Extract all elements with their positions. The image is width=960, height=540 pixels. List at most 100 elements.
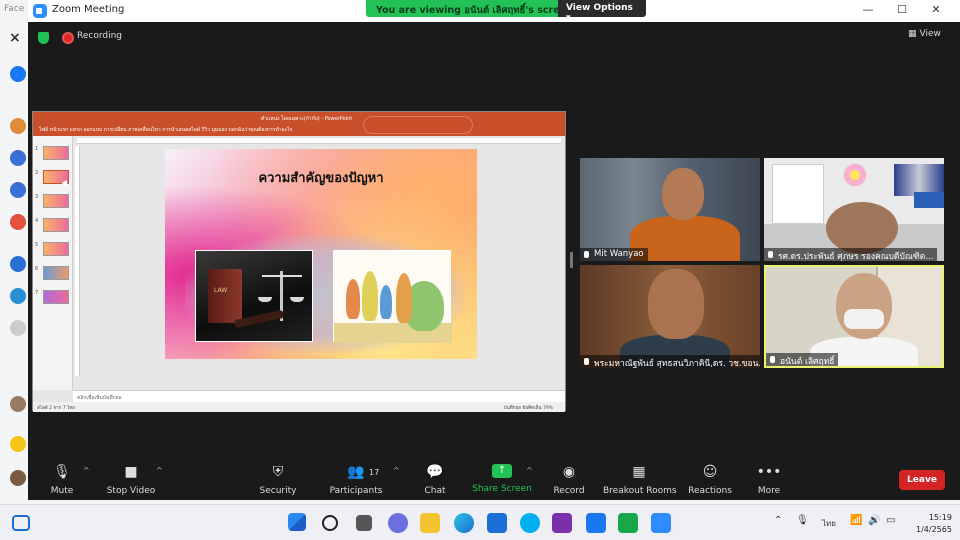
wifi-icon[interactable]: 📶 — [850, 515, 862, 526]
thumb-number: 6 — [35, 266, 39, 272]
law-label: LAW — [214, 287, 228, 294]
background-close-icon[interactable]: × — [9, 30, 21, 46]
record-icon: ◉ — [562, 464, 576, 480]
horizontal-ruler — [77, 138, 561, 144]
pin-icon — [770, 356, 775, 363]
memories-icon[interactable] — [10, 182, 26, 198]
figure — [362, 271, 378, 321]
video-tile-active-speaker[interactable]: อนันต์ เลิศฤทธิ์ — [764, 265, 944, 368]
security-button[interactable]: ⛨ Security — [242, 464, 314, 496]
participant-count: 17 — [369, 468, 380, 477]
avatar[interactable] — [10, 118, 26, 134]
onenote-icon[interactable] — [552, 513, 572, 533]
thumb-number: 3 — [35, 194, 39, 200]
split-handle[interactable] — [570, 252, 573, 268]
mute-options-chevron-icon[interactable]: ^ — [83, 466, 90, 475]
video-tile[interactable]: รศ.ดร.ประพันธ์ ศุภษร รองคณบดีบัณฑิต... — [764, 158, 944, 261]
zoom-logo-icon — [33, 4, 47, 18]
encryption-shield-icon[interactable] — [38, 32, 49, 44]
tray-chevron-up-icon[interactable]: ⌃ — [774, 515, 782, 526]
breakout-rooms-button[interactable]: ▦ Breakout Rooms — [603, 464, 677, 496]
video-tile[interactable]: พระมหาณัฐพันธ์ สุทธสนวิภาคินี,ดร. วช.ขอน… — [580, 265, 760, 368]
language-indicator[interactable]: ไทย — [822, 517, 836, 530]
background-facebook-sidebar: Face × — [0, 0, 28, 504]
teams-chat-icon[interactable] — [388, 513, 408, 533]
leave-button[interactable]: Leave — [899, 470, 945, 490]
file-explorer-icon[interactable] — [420, 513, 440, 533]
mail-icon[interactable] — [487, 513, 507, 533]
participant-name: พระมหาณัฐพันธ์ สุทธสนวิภาคินี,ดร. วช.ขอน… — [580, 355, 760, 368]
search-icon[interactable] — [322, 515, 338, 531]
pin-icon — [768, 251, 773, 258]
slide-thumbnails: 1 2 3 4 5 6 7 — [33, 136, 73, 390]
view-options-button[interactable]: View Options ▾ — [558, 0, 646, 23]
friends-icon[interactable] — [10, 150, 26, 166]
slide-thumb — [43, 218, 69, 232]
minimize-button[interactable]: — — [858, 3, 878, 16]
shared-screen[interactable]: ตำแหน่ง โดยเฉพาะ(กำกับ) - PowerPoint ไฟล… — [32, 111, 566, 412]
tray-microphone-icon[interactable]: 🎙 — [796, 515, 809, 526]
line-app-icon[interactable] — [618, 513, 638, 533]
slide-thumb — [43, 242, 69, 256]
slide-thumb — [43, 146, 69, 160]
more-button[interactable]: ••• More — [733, 464, 805, 496]
figure — [380, 285, 392, 319]
edge-browser-icon[interactable] — [454, 513, 474, 533]
widgets-icon[interactable] — [12, 515, 30, 531]
maximize-button[interactable]: ☐ — [892, 3, 912, 16]
participant-name: รศ.ดร.ประพันธ์ ศุภษร รองคณบดีบัณฑิต... — [764, 248, 938, 261]
slide-title: ความสำคัญของปัญหา — [258, 171, 384, 186]
share-options-chevron-icon[interactable]: ^ — [526, 466, 533, 475]
zoom-taskbar-icon[interactable] — [651, 513, 671, 533]
breakout-grid-icon: ▦ — [632, 464, 646, 480]
thumb-number: 2 — [35, 170, 39, 176]
start-windows-icon[interactable] — [288, 513, 306, 531]
viewing-prefix: You are viewing — [376, 5, 461, 16]
chevron-down-icon[interactable] — [10, 320, 26, 336]
close-button[interactable]: ✕ — [926, 3, 946, 16]
chat-button[interactable]: 💬 Chat — [399, 464, 471, 496]
ppt-body: 1 2 3 4 5 6 7 ความสำคัญของปัญหา LAW คลิก… — [33, 136, 565, 412]
video-tile[interactable]: Mit Wanyao — [580, 158, 760, 261]
volume-icon[interactable]: 🔊 — [868, 515, 880, 526]
battery-icon[interactable]: ▭ — [886, 515, 895, 526]
slide-thumb — [43, 194, 69, 208]
thumb-number: 1 — [35, 146, 39, 152]
thumb-number: 7 — [35, 290, 39, 296]
view-button[interactable]: ▦ View — [908, 29, 941, 39]
contact-avatar[interactable] — [10, 396, 26, 412]
figure — [396, 273, 412, 323]
status-right: บันทึกย่อ ข้อคิดเห็น 79% — [503, 406, 553, 411]
thumb-number: 4 — [35, 218, 39, 224]
board — [914, 192, 944, 208]
children-illustration — [333, 250, 452, 343]
ppt-ribbon: ตำแหน่ง โดยเฉพาะ(กำกับ) - PowerPoint ไฟล… — [33, 112, 565, 136]
share-arrow-icon: ↑ — [492, 464, 512, 478]
skype-icon[interactable] — [520, 513, 540, 533]
record-button[interactable]: ◉ Record — [533, 464, 605, 496]
video-options-chevron-icon[interactable]: ^ — [156, 466, 163, 475]
law-image: LAW — [195, 250, 313, 342]
zoom-window: Zoom Meeting — ☐ ✕ You are viewing อนันต… — [28, 0, 960, 500]
mic-icon — [584, 251, 589, 258]
facebook-icon[interactable] — [586, 513, 606, 533]
task-view-icon[interactable] — [356, 515, 372, 531]
system-clock[interactable]: 15:19 1/4/2565 — [916, 512, 952, 536]
marketplace-icon[interactable] — [10, 256, 26, 272]
contact-avatar[interactable] — [10, 470, 26, 486]
chat-bubble-icon: 💬 — [426, 464, 444, 480]
groups-icon[interactable] — [10, 288, 26, 304]
participant-name: Mit Wanyao — [580, 248, 648, 261]
emoji-icon[interactable] — [10, 436, 26, 452]
thumb-number: 5 — [35, 242, 39, 248]
participants-button[interactable]: 👥 Participants — [320, 464, 392, 496]
messenger-icon[interactable] — [10, 66, 26, 82]
notes-pane[interactable]: คลิกเพื่อเพิ่มบันทึกย่อ — [73, 390, 565, 402]
clock-time: 15:19 — [928, 513, 952, 522]
pages-flag-icon[interactable] — [10, 214, 26, 230]
pin-icon — [584, 358, 589, 365]
vertical-ruler — [75, 146, 80, 376]
ppt-doc-title: ตำแหน่ง โดยเฉพาะ(กำกับ) - PowerPoint — [261, 116, 353, 122]
clock-date: 1/4/2565 — [916, 525, 952, 534]
ribbon-decoration — [363, 116, 473, 134]
